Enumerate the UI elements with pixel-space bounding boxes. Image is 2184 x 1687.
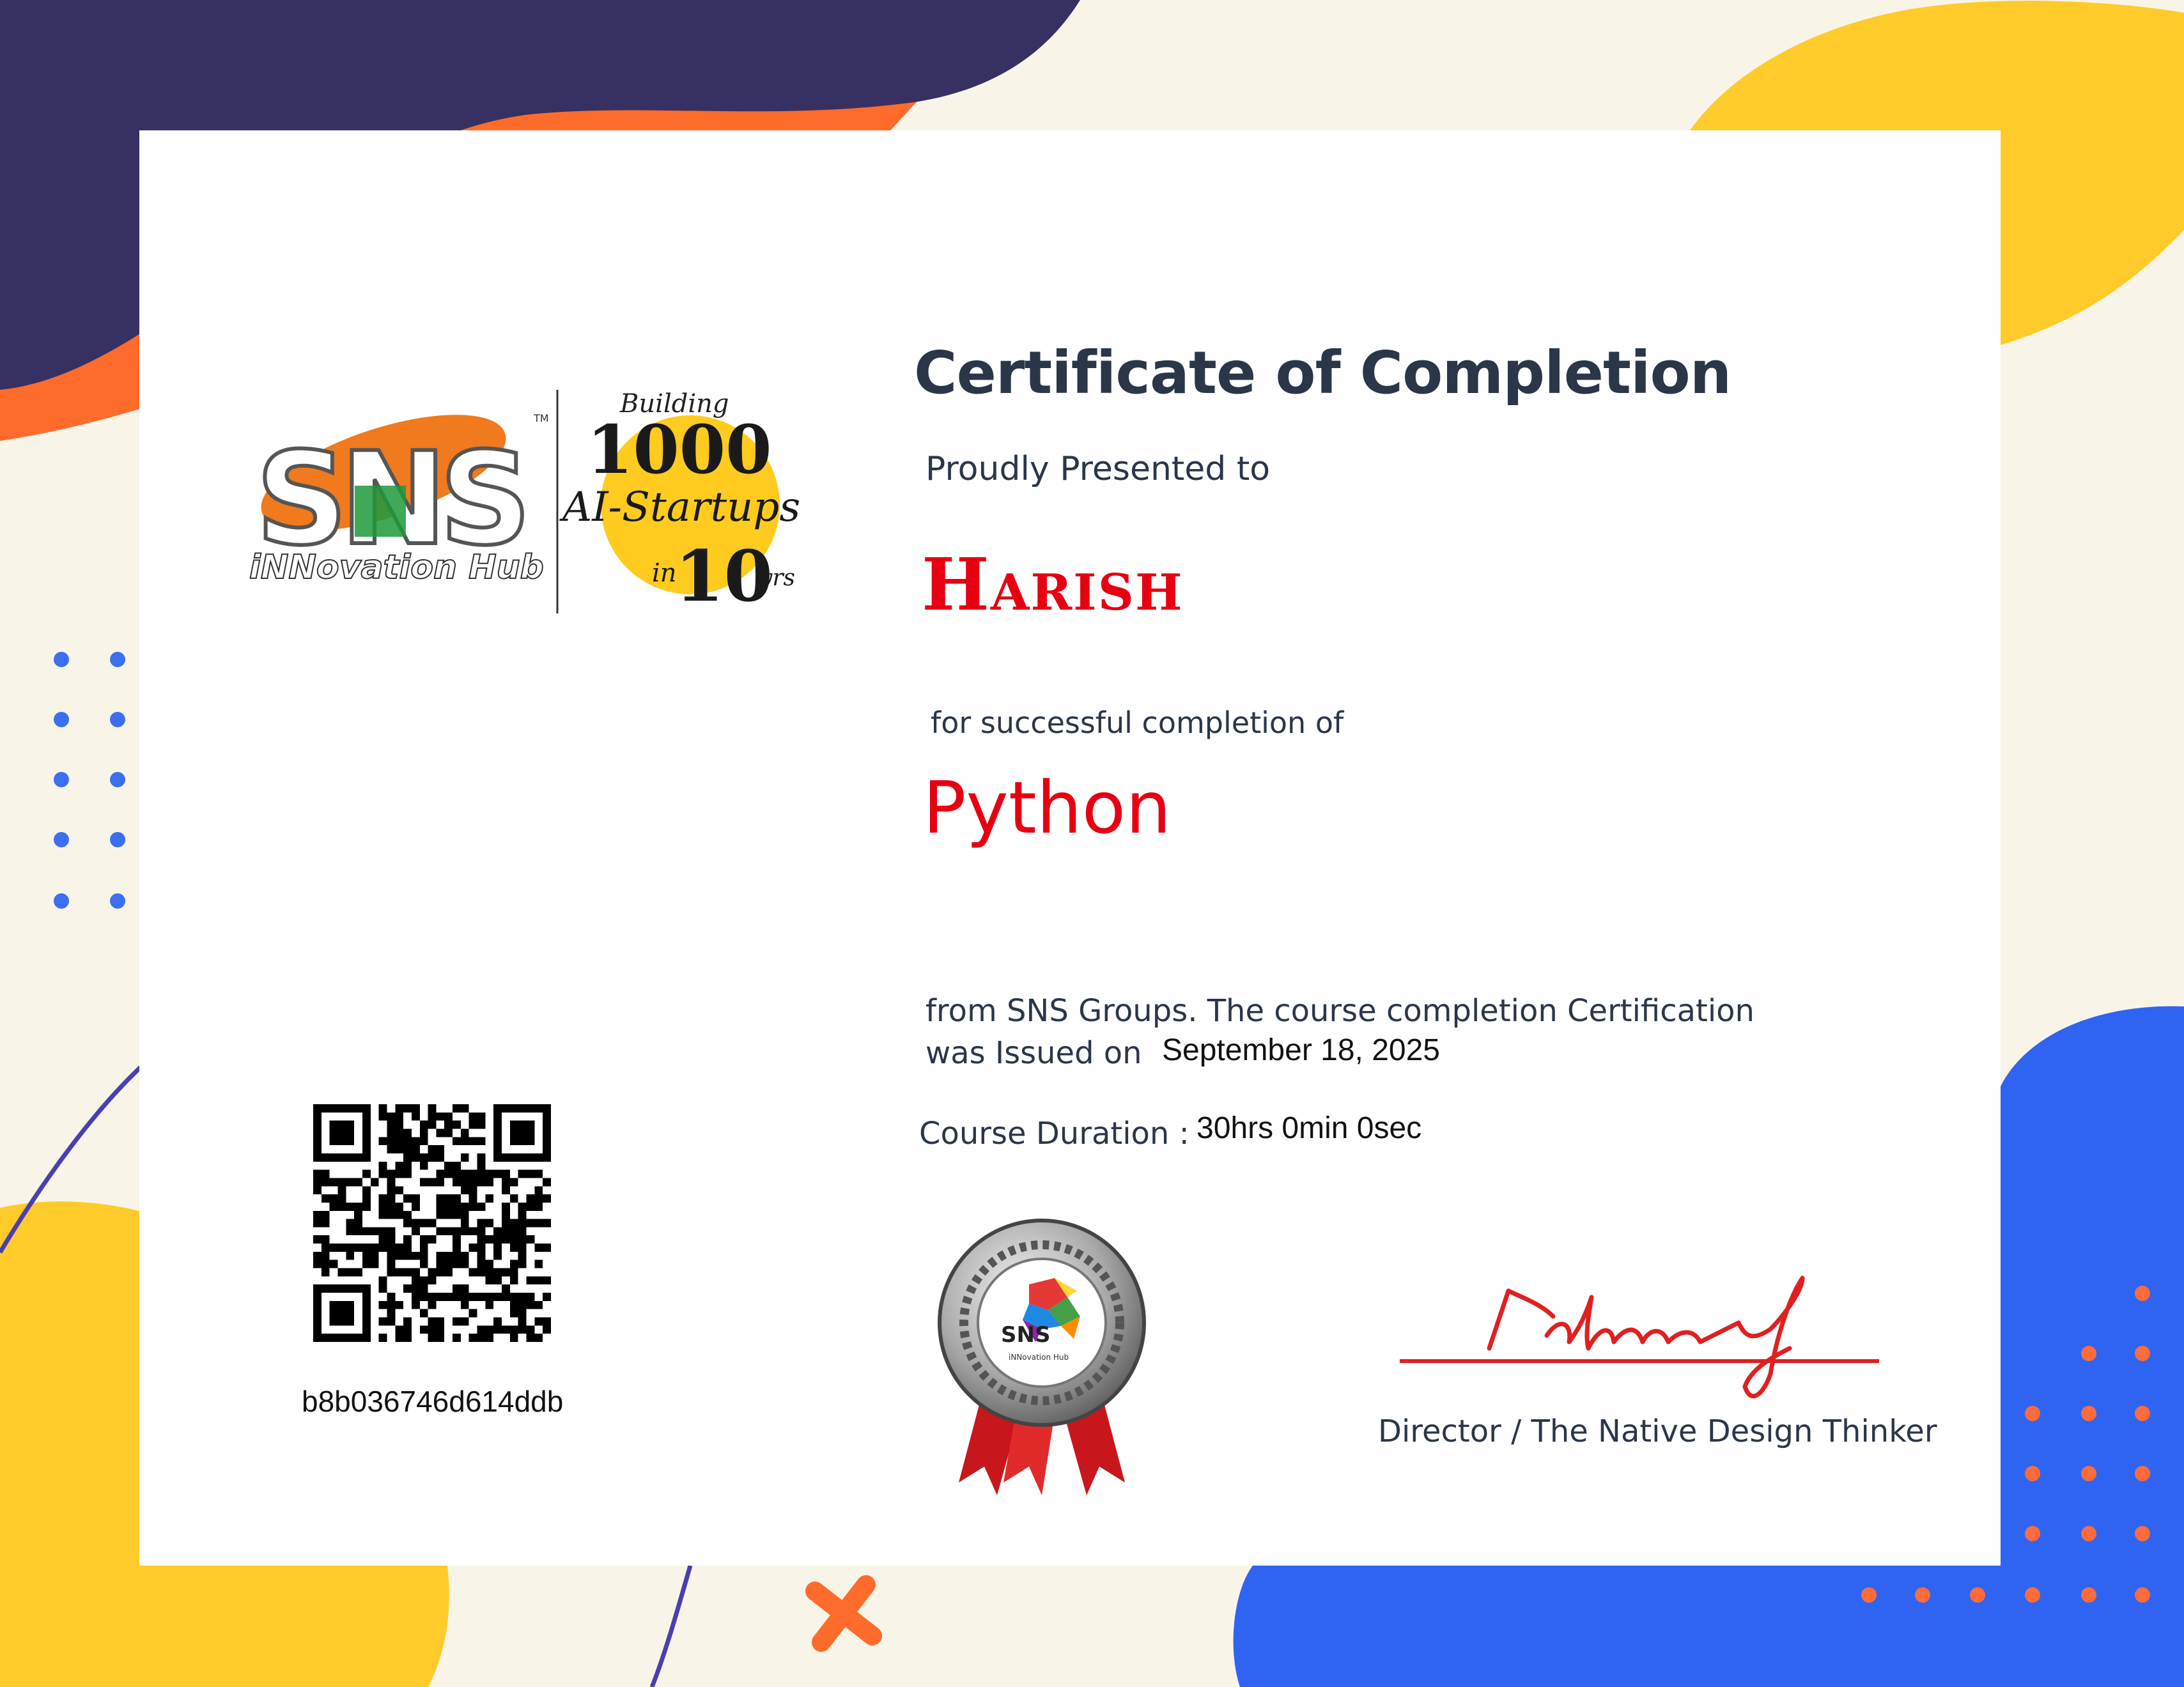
signature-mark (1400, 1275, 1879, 1399)
signature-stroke (1487, 1275, 1805, 1399)
qr-code-icon[interactable] (313, 1104, 551, 1342)
signatory-title: Director / The Native Design Thinker (1378, 1414, 1937, 1449)
recipient-name: Harish (922, 543, 1184, 627)
presented-label: Proudly Presented to (925, 450, 1271, 488)
logo-tagline: iNNovation Hub (249, 548, 544, 587)
certificate-title: Certificate of Completion (914, 339, 1731, 407)
medal-tagline: iNNovation Hub (1009, 1353, 1069, 1362)
logo-slogan-middle: AI-Startups (559, 484, 800, 531)
course-name: Python (923, 767, 1172, 850)
issued-label: was Issued on (925, 1035, 1142, 1071)
sns-innovation-hub-logo: SNS TM iNNovation Hub Building 1000 AI-S… (249, 389, 800, 617)
logo-green-accent (355, 486, 406, 537)
dot-grid-left (54, 652, 125, 909)
logo-slogan-years: 10 (675, 535, 773, 617)
completion-label: for successful completion of (931, 705, 1344, 740)
logo-slogan-yrs: yrs (758, 565, 795, 591)
logo-slogan-in: in (652, 558, 677, 588)
certificate-id: b8b036746d614ddb (302, 1385, 564, 1418)
logo-slogan-number: 1000 (587, 410, 771, 489)
issuer-line: from SNS Groups. The course completion C… (925, 993, 1754, 1029)
medal-brand: SNS (1001, 1322, 1050, 1348)
duration-value: 30hrs 0min 0sec (1197, 1111, 1422, 1145)
award-medal-icon: SNS iNNovation Hub (938, 1219, 1146, 1495)
logo-trademark: TM (533, 412, 549, 424)
x-mark-icon (805, 1575, 882, 1652)
issued-date: September 18, 2025 (1162, 1033, 1440, 1067)
duration-label: Course Duration : (919, 1116, 1189, 1152)
